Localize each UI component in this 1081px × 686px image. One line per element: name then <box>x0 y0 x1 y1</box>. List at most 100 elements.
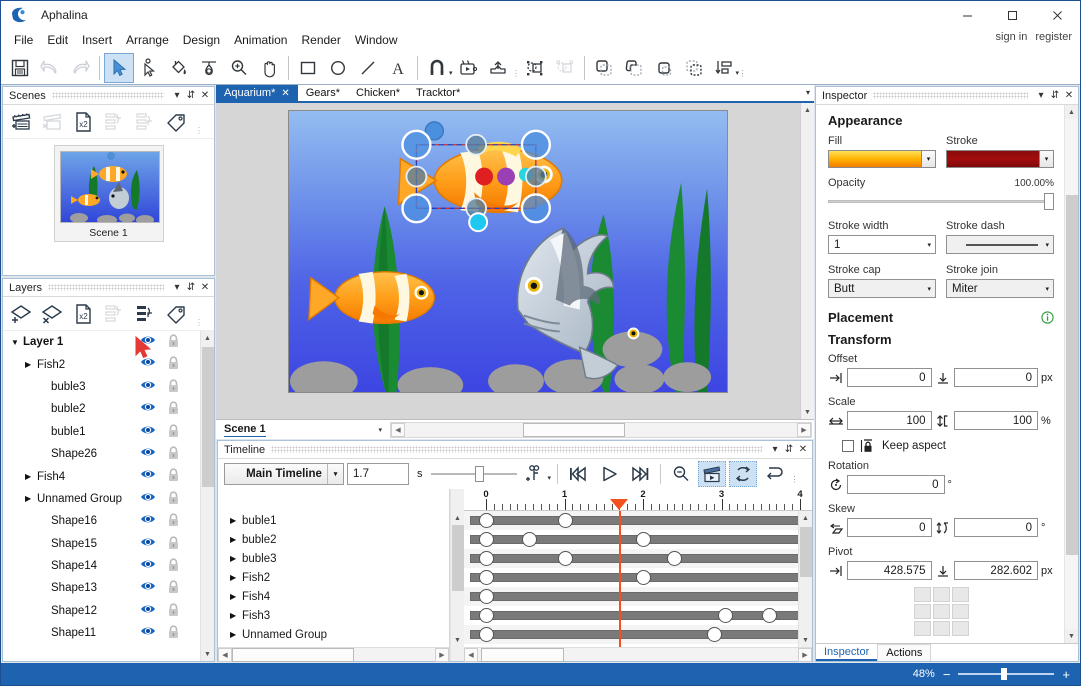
layer-tag-icon[interactable] <box>164 301 190 327</box>
layer-row[interactable]: ▶ Fish2 <box>3 353 200 375</box>
menu-insert[interactable]: Insert <box>75 31 119 49</box>
stroke-dash-chevron-down-icon[interactable]: ▾ <box>1045 241 1049 249</box>
add-keyframe-caret-icon[interactable]: ▾ <box>548 474 552 482</box>
group-icon[interactable] <box>520 53 550 83</box>
keyframe-marker[interactable] <box>479 513 494 528</box>
layers-scroll-thumb[interactable] <box>202 347 214 487</box>
lock-icon[interactable] <box>167 334 180 348</box>
lock-icon[interactable] <box>167 513 180 527</box>
timeline-names-list[interactable]: ▶ buble1 ▶ buble2 ▶ buble3 ▶ Fish2 ▶ Fish4 ▶ Fish3 ▶… <box>218 489 449 647</box>
layer-row[interactable]: Shape12 <box>3 600 200 622</box>
gradient-tool-icon[interactable] <box>194 53 224 83</box>
scenes-toolbar-overflow-icon[interactable]: ⋮ <box>195 126 203 135</box>
info-icon[interactable] <box>1041 311 1054 324</box>
keyframe-marker[interactable] <box>479 608 494 623</box>
scenes-close-icon[interactable]: ✕ <box>198 88 212 104</box>
timeline-row-name[interactable]: ▶ Unnamed Group <box>218 625 449 644</box>
stroke-swatch[interactable]: ▾ <box>946 150 1054 168</box>
timeline-scrub-slider[interactable] <box>430 463 517 485</box>
timeline-track-row[interactable] <box>464 587 812 606</box>
stroke-dropdown-caret-icon[interactable]: ▾ <box>1039 151 1053 167</box>
layer-row[interactable]: Shape14 <box>3 555 200 577</box>
lock-icon[interactable] <box>167 468 180 482</box>
offset-y-input[interactable]: 0 <box>953 368 1038 387</box>
select-tool-icon[interactable] <box>104 52 134 83</box>
pivot-anchor-bottom-center[interactable] <box>932 621 950 636</box>
tab-overflow-chevron-down-icon[interactable]: ▾ <box>806 88 810 97</box>
timeline-track-row[interactable] <box>464 625 812 644</box>
pivot-anchor-top-left[interactable] <box>913 587 931 602</box>
keyframe-marker[interactable] <box>479 532 494 547</box>
layer-row[interactable]: ▶ Unnamed Group <box>3 488 200 510</box>
toolbar-overflow-icon[interactable]: ⋮ <box>512 56 520 80</box>
eye-icon[interactable] <box>140 424 156 436</box>
lock-icon[interactable] <box>167 625 180 639</box>
names-hscroll-track[interactable] <box>232 647 435 662</box>
reverse-icon[interactable] <box>760 461 788 487</box>
scene-selector-chevron-down-icon[interactable]: ▾ <box>378 426 382 434</box>
timeline-track-row[interactable] <box>464 511 812 530</box>
keyframe-marker[interactable] <box>479 551 494 566</box>
rotation-input[interactable]: 0 <box>847 475 945 494</box>
timeline-selector[interactable]: Main Timeline ▾ <box>224 463 344 485</box>
layer-row[interactable]: buble2 <box>3 398 200 420</box>
layers-list[interactable]: ▼ Layer 1 ▶ Fish2 buble3 buble2 buble1 Shape26 ▶… <box>3 331 200 661</box>
lock-icon[interactable] <box>167 401 180 415</box>
skew-y-input[interactable]: 0 <box>953 518 1038 537</box>
pivot-anchor-middle-left[interactable] <box>913 604 931 619</box>
timeline-ruler[interactable]: 01234 <box>464 489 812 511</box>
lock-icon[interactable] <box>167 379 180 393</box>
playhead-handle[interactable] <box>610 499 629 510</box>
menu-render[interactable]: Render <box>294 31 347 49</box>
exclude-icon[interactable] <box>679 53 709 83</box>
fill-color-preview[interactable] <box>829 151 921 167</box>
preview-clapper-icon[interactable] <box>698 461 727 487</box>
tab-chicken[interactable]: Chicken* <box>348 85 408 101</box>
layer-row[interactable]: Shape15 <box>3 533 200 555</box>
menu-edit[interactable]: Edit <box>40 31 75 49</box>
pivot-anchor-top-right[interactable] <box>951 587 969 602</box>
scenes-collapse-icon[interactable]: ▾ <box>170 88 184 104</box>
canvas-scroll-left-icon[interactable]: ◀ <box>391 422 405 437</box>
keyframe-marker[interactable] <box>636 570 651 585</box>
tab-aquarium[interactable]: Aquarium* ✕ <box>216 85 298 101</box>
keyframe-marker[interactable] <box>636 532 651 547</box>
layers-scroll-up-icon[interactable]: ▲ <box>201 331 214 345</box>
timeline-track-bar[interactable] <box>470 630 804 639</box>
timeline-collapse-icon[interactable]: ▾ <box>768 442 782 458</box>
tracks-scroll-down-icon[interactable]: ▼ <box>799 633 812 647</box>
scene-card[interactable]: Scene 1 <box>53 145 164 242</box>
move-layer-up-icon[interactable] <box>102 301 128 327</box>
minimize-button[interactable] <box>945 1 990 29</box>
names-scroll-down-icon[interactable]: ▼ <box>451 633 464 647</box>
eye-icon[interactable] <box>140 356 156 368</box>
go-to-end-icon[interactable] <box>626 461 654 487</box>
canvas-horizontal-scrollbar[interactable]: ◀ ▶ <box>390 421 812 438</box>
eye-icon[interactable] <box>140 491 156 503</box>
timeline-track-row[interactable] <box>464 549 812 568</box>
layer-expander-right-icon[interactable]: ▶ <box>25 472 37 481</box>
add-scene-icon[interactable] <box>9 109 35 135</box>
canvas-hscroll-track[interactable] <box>405 422 797 437</box>
keyframe-marker[interactable] <box>479 589 494 604</box>
fill-dropdown-caret-icon[interactable]: ▾ <box>921 151 935 167</box>
zoom-slider-thumb[interactable] <box>1000 668 1007 680</box>
stroke-cap-chevron-down-icon[interactable]: ▾ <box>927 285 931 293</box>
save-icon[interactable] <box>5 53 35 83</box>
menu-window[interactable]: Window <box>348 31 405 49</box>
layer-row[interactable]: Shape26 <box>3 443 200 465</box>
scale-x-input[interactable]: 100 <box>847 411 932 430</box>
canvas-scroll-right-icon[interactable]: ▶ <box>797 422 811 437</box>
stroke-color-preview[interactable] <box>947 151 1039 167</box>
layers-scroll-down-icon[interactable]: ▼ <box>201 647 214 661</box>
timeline-track-row[interactable] <box>464 606 812 625</box>
ellipse-tool-icon[interactable] <box>323 53 353 83</box>
opacity-thumb[interactable] <box>1044 192 1054 210</box>
move-layer-down-icon[interactable] <box>133 301 159 327</box>
timeline-panel-grip[interactable] <box>271 446 762 453</box>
timeline-track-bar[interactable] <box>470 611 804 620</box>
zoom-slider[interactable] <box>958 667 1055 681</box>
lock-icon[interactable] <box>167 580 180 594</box>
layer-expander-right-icon[interactable]: ▶ <box>25 360 37 369</box>
inspector-pin-icon[interactable]: ⇵ <box>1048 88 1062 104</box>
